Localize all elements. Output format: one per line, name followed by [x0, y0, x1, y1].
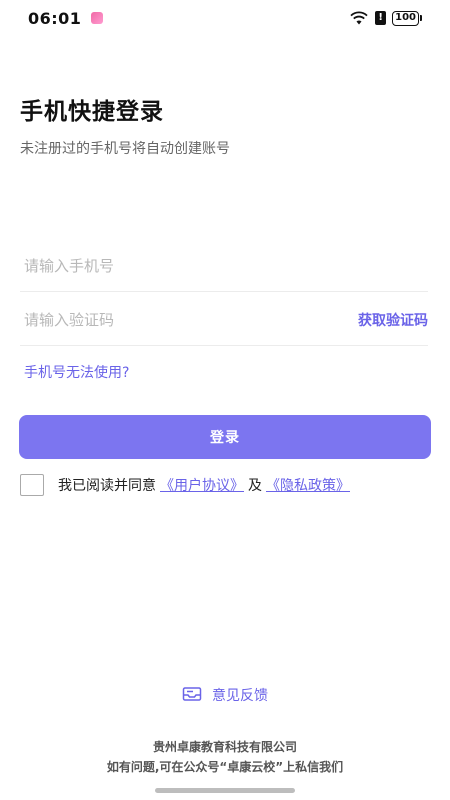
footer-company: 贵州卓康教育科技有限公司 — [152, 740, 297, 754]
get-code-button[interactable]: 获取验证码 — [358, 310, 428, 330]
app-notification-icon — [91, 12, 104, 24]
battery-icon: 100 — [392, 10, 422, 26]
agreement-checkbox[interactable] — [20, 474, 44, 496]
agreement-row: 我已阅读并同意 《用户协议》 及 《隐私政策》 — [20, 474, 440, 496]
page-subtitle: 未注册过的手机号将自动创建账号 — [20, 141, 230, 157]
page-title: 手机快捷登录 — [20, 99, 164, 125]
verification-code-input[interactable] — [20, 310, 358, 329]
feedback-button[interactable]: 意见反馈 — [0, 685, 450, 705]
phone-input[interactable] — [20, 256, 428, 275]
user-agreement-link[interactable]: 《用户协议》 — [160, 475, 244, 495]
login-button[interactable]: 登录 — [19, 415, 431, 459]
code-field: 获取验证码 — [20, 294, 428, 346]
status-left: 06:01 — [28, 8, 104, 28]
footer-contact: 如有问题,可在公众号“卓康云校”上私信我们 — [106, 760, 344, 774]
footer: 贵州卓康教育科技有限公司 如有问题,可在公众号“卓康云校”上私信我们 — [0, 737, 450, 777]
feedback-label: 意见反馈 — [212, 688, 268, 704]
battery-level: 100 — [392, 10, 419, 26]
home-indicator[interactable] — [155, 788, 295, 793]
status-bar: 06:01 ! 100 — [0, 0, 450, 36]
status-time: 06:01 — [28, 8, 82, 28]
agreement-conjunction: 及 — [248, 478, 262, 494]
privacy-policy-link[interactable]: 《隐私政策》 — [266, 475, 350, 495]
feedback-icon — [182, 687, 202, 701]
login-screen: 06:01 ! 100 手机快捷登录 未注册过的手机号将自动创建账号 获取验证码… — [0, 0, 450, 800]
phone-unavailable-link[interactable]: 手机号无法使用? — [24, 362, 129, 382]
wifi-icon — [350, 11, 368, 25]
agreement-prefix: 我已阅读并同意 — [58, 478, 156, 494]
phone-field — [20, 240, 428, 292]
alert-icon: ! — [375, 11, 387, 25]
battery-tip — [420, 15, 422, 21]
status-right: ! 100 — [349, 10, 422, 26]
